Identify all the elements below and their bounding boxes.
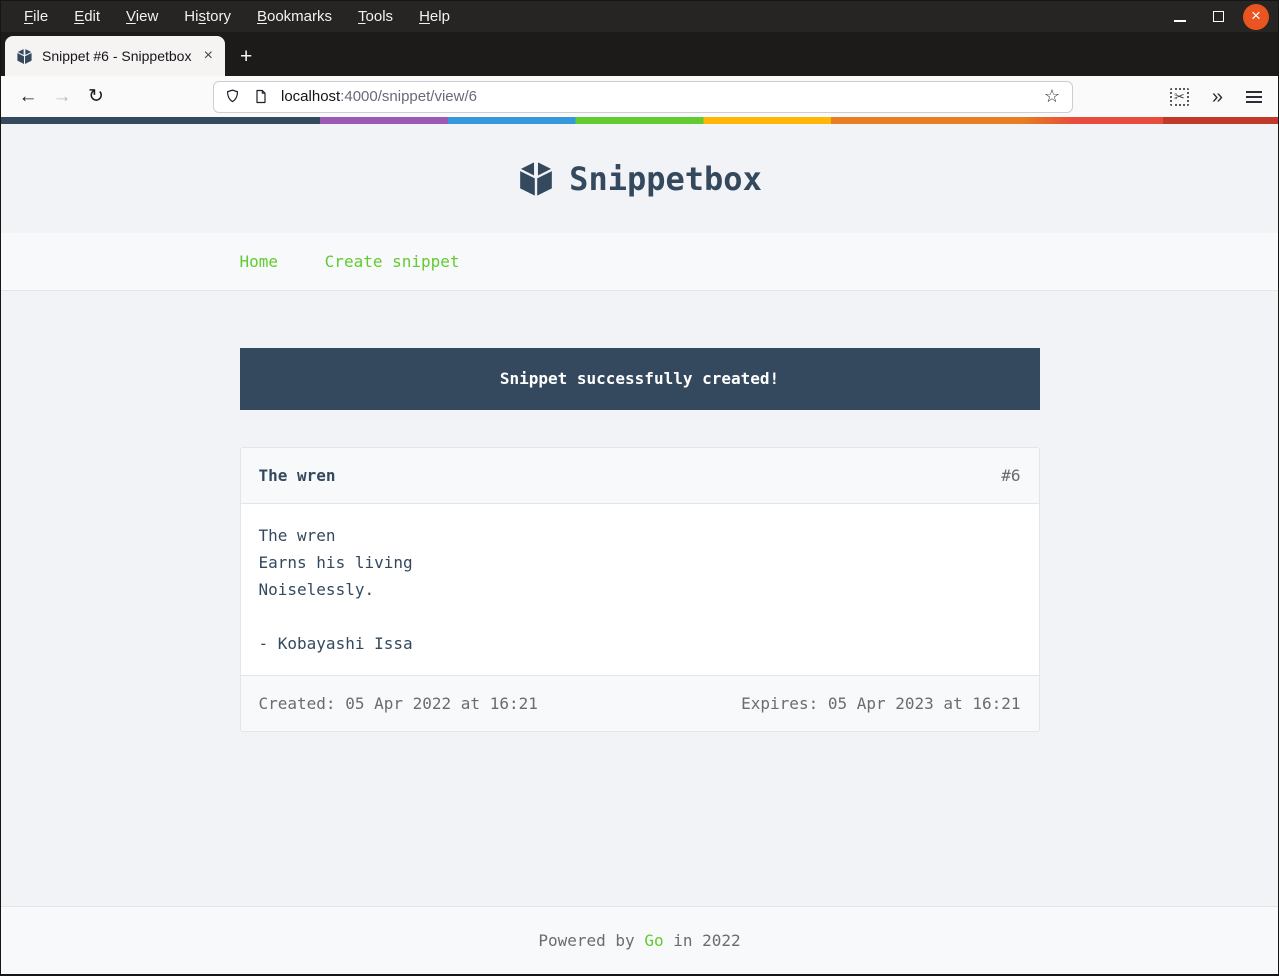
snippet-card: The wren #6 The wren Earns his living No… <box>240 447 1040 732</box>
snippetbox-logo-icon <box>517 160 555 198</box>
snippet-title: The wren <box>259 463 336 488</box>
menu-items: File Edit View History Bookmarks Tools H… <box>1 8 463 25</box>
bookmark-star-icon[interactable]: ☆ <box>1044 86 1060 107</box>
menu-file[interactable]: File <box>11 8 61 25</box>
minimize-button[interactable] <box>1167 4 1193 30</box>
snippet-card-footer: Created: 05 Apr 2022 at 16:21 Expires: 0… <box>241 676 1039 731</box>
new-tab-button[interactable]: + <box>240 46 252 67</box>
browser-tab[interactable]: Snippet #6 - Snippetbox × <box>5 36 225 76</box>
minimize-icon <box>1174 20 1186 22</box>
close-window-button[interactable]: × <box>1243 4 1269 30</box>
tab-title: Snippet #6 - Snippetbox <box>42 48 198 64</box>
tab-close-icon[interactable]: × <box>198 45 219 67</box>
snippetbox-favicon-icon <box>16 48 33 65</box>
browser-toolbar: ← → ↻ localhost:4000/snippet/view/6 ☆ ✂ … <box>1 76 1278 117</box>
shield-icon[interactable] <box>224 88 241 105</box>
snippet-card-header: The wren #6 <box>241 448 1039 503</box>
maximize-button[interactable] <box>1205 4 1231 30</box>
url-text[interactable]: localhost:4000/snippet/view/6 <box>281 88 1036 105</box>
overflow-chevrons-icon[interactable]: » <box>1212 87 1223 107</box>
screenshot-icon[interactable]: ✂ <box>1170 88 1189 106</box>
menu-history[interactable]: History <box>171 8 244 25</box>
close-icon: × <box>1251 7 1261 24</box>
site-logo[interactable]: Snippetbox <box>517 160 762 198</box>
rainbow-stripe <box>1 117 1278 124</box>
address-bar[interactable]: localhost:4000/snippet/view/6 ☆ <box>213 81 1073 113</box>
main-content: Snippet successfully created! The wren #… <box>1 291 1278 906</box>
maximize-icon <box>1213 11 1224 22</box>
snippet-expires: Expires: 05 Apr 2023 at 16:21 <box>741 691 1020 716</box>
go-link[interactable]: Go <box>644 931 663 950</box>
nav-home-link[interactable]: Home <box>240 252 279 271</box>
snippet-id-badge: #6 <box>1001 463 1020 488</box>
nav-create-snippet-link[interactable]: Create snippet <box>325 252 460 271</box>
footer-text: Powered by Go in 2022 <box>538 931 740 950</box>
site-footer: Powered by Go in 2022 <box>1 906 1278 974</box>
site-nav: Home Create snippet <box>1 233 1278 291</box>
hamburger-menu-icon[interactable] <box>1246 90 1264 104</box>
toolbar-right: ✂ » <box>1170 87 1278 107</box>
window-controls: × <box>1167 4 1278 30</box>
snippet-created: Created: 05 Apr 2022 at 16:21 <box>259 691 538 716</box>
forward-button[interactable]: → <box>45 87 79 106</box>
back-button[interactable]: ← <box>11 87 45 106</box>
menu-help[interactable]: Help <box>406 8 463 25</box>
flash-message: Snippet successfully created! <box>240 348 1040 410</box>
tab-strip: Snippet #6 - Snippetbox × + <box>1 32 1278 76</box>
browser-window: File Edit View History Bookmarks Tools H… <box>0 0 1279 976</box>
menu-bar: File Edit View History Bookmarks Tools H… <box>1 1 1278 32</box>
page-viewport: Snippetbox Home Create snippet Snippet s… <box>1 124 1278 974</box>
menu-tools[interactable]: Tools <box>345 8 406 25</box>
page-info-icon[interactable] <box>253 88 269 105</box>
menu-edit[interactable]: Edit <box>61 8 113 25</box>
menu-bookmarks[interactable]: Bookmarks <box>244 8 345 25</box>
reload-button[interactable]: ↻ <box>79 87 113 106</box>
snippet-content: The wren Earns his living Noiselessly. -… <box>241 503 1039 676</box>
menu-view[interactable]: View <box>113 8 171 25</box>
site-title[interactable]: Snippetbox <box>569 160 762 198</box>
site-header: Snippetbox <box>1 124 1278 233</box>
